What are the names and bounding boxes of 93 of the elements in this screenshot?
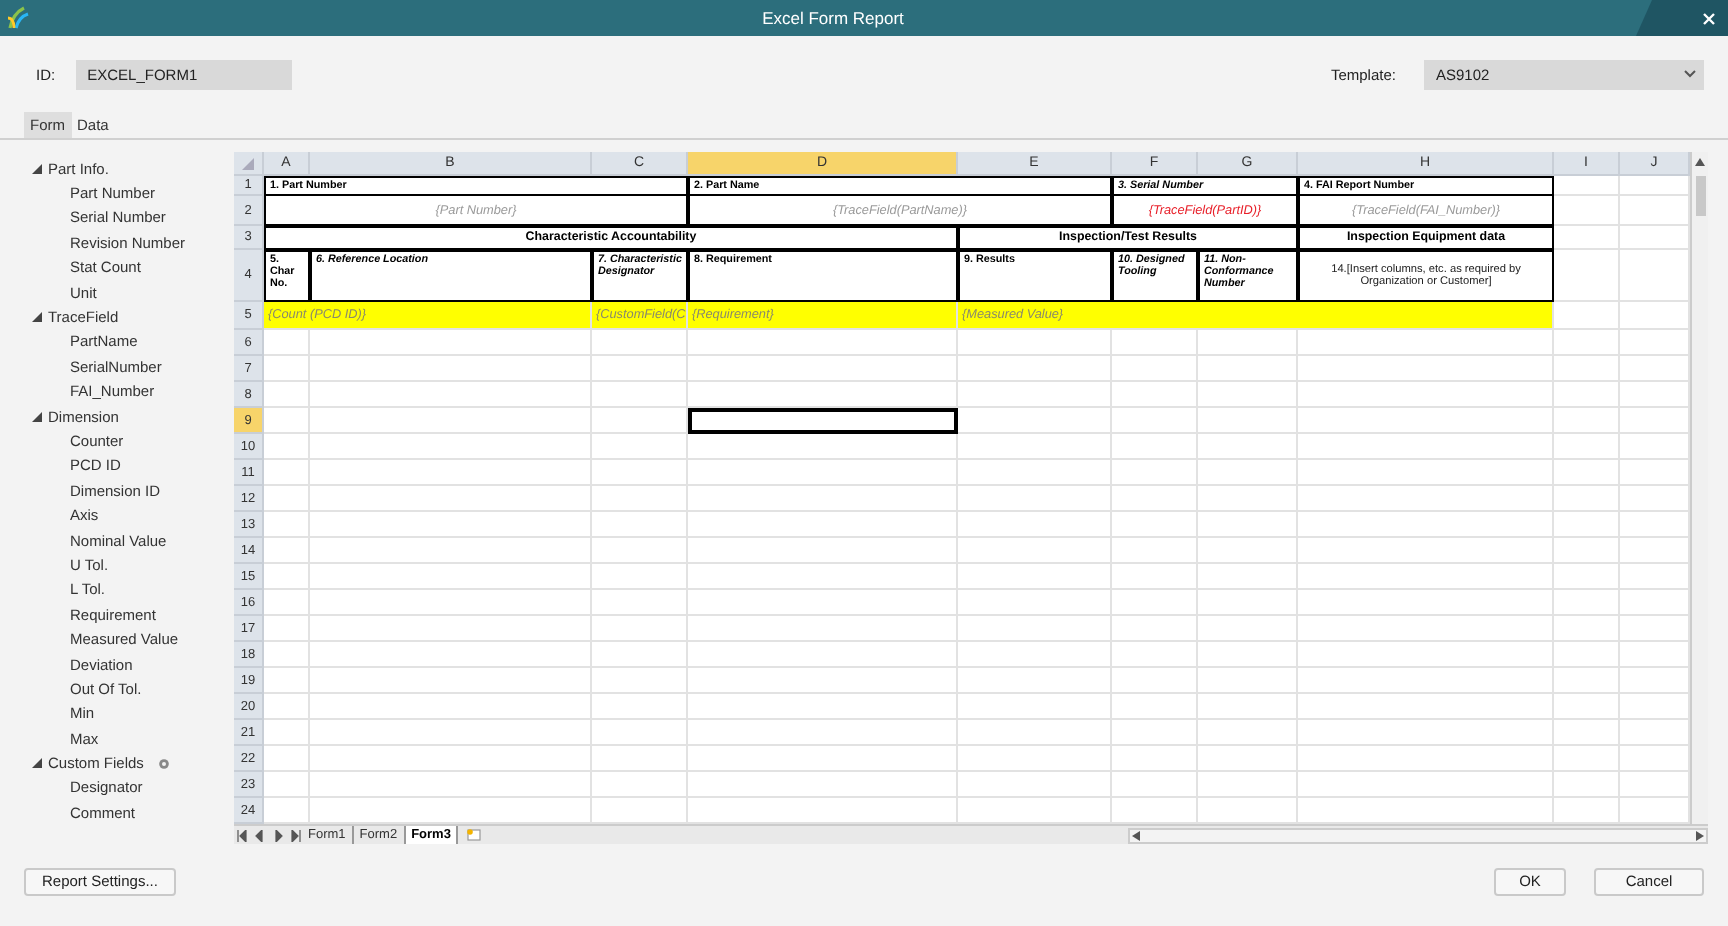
empty-cell	[1112, 330, 1198, 356]
empty-cell	[1554, 564, 1620, 590]
empty-cell	[1198, 668, 1298, 694]
empty-cell	[1112, 382, 1198, 408]
empty-cell	[1198, 694, 1298, 720]
empty-cell	[1112, 564, 1198, 590]
empty-cell	[1198, 538, 1298, 564]
empty-cell	[1554, 226, 1620, 250]
empty-cell	[1554, 408, 1620, 434]
empty-cell	[592, 616, 688, 642]
empty-cell	[1112, 460, 1198, 486]
empty-cell	[1554, 434, 1620, 460]
empty-cell	[1198, 408, 1298, 434]
empty-cell	[1554, 590, 1620, 616]
empty-cell	[1112, 720, 1198, 746]
empty-cell	[1554, 746, 1620, 772]
empty-cell	[1198, 564, 1298, 590]
empty-cell	[1554, 512, 1620, 538]
empty-cell	[1554, 720, 1620, 746]
empty-cell	[592, 772, 688, 798]
expanded-arrow-icon[interactable]	[32, 758, 42, 769]
expanded-arrow-icon[interactable]	[32, 312, 42, 323]
empty-cell	[592, 486, 688, 512]
empty-cell	[592, 356, 688, 382]
empty-cell	[1112, 590, 1198, 616]
empty-cell	[1554, 196, 1620, 226]
selected-cell[interactable]	[688, 408, 958, 434]
empty-cell	[592, 330, 688, 356]
empty-cell	[592, 512, 688, 538]
empty-cell	[1554, 382, 1620, 408]
empty-cell	[592, 590, 688, 616]
empty-cell	[1112, 434, 1198, 460]
empty-cell	[1198, 642, 1298, 668]
empty-cell	[1112, 772, 1198, 798]
empty-cell	[1554, 176, 1620, 196]
empty-cell	[1112, 408, 1198, 434]
empty-cell	[1198, 330, 1298, 356]
settings-icon[interactable]	[157, 757, 170, 770]
close-icon[interactable]	[1702, 11, 1716, 25]
empty-cell	[1112, 642, 1198, 668]
empty-cell	[592, 538, 688, 564]
empty-cell	[1198, 616, 1298, 642]
empty-cell	[592, 642, 688, 668]
horizontal-scrollbar[interactable]	[1128, 827, 1708, 843]
empty-cell	[592, 564, 688, 590]
scroll-thumb[interactable]	[1695, 176, 1705, 216]
up-arrow-icon[interactable]	[1694, 156, 1706, 168]
empty-cell	[1554, 356, 1620, 382]
corner-triangle-icon	[242, 157, 254, 169]
empty-cell	[1554, 330, 1620, 356]
empty-cell	[592, 668, 688, 694]
empty-cell	[1198, 356, 1298, 382]
empty-cell	[1554, 668, 1620, 694]
empty-cell	[1112, 356, 1198, 382]
empty-cell	[1112, 746, 1198, 772]
empty-cell	[1198, 460, 1298, 486]
empty-cell	[1554, 486, 1620, 512]
empty-cell	[1554, 460, 1620, 486]
chevron-down-icon	[1684, 70, 1696, 78]
empty-cell	[592, 694, 688, 720]
empty-cell	[1554, 250, 1620, 302]
empty-cell	[1554, 642, 1620, 668]
empty-cell	[1554, 616, 1620, 642]
empty-cell	[1198, 746, 1298, 772]
empty-cell	[592, 434, 688, 460]
empty-cell	[592, 460, 688, 486]
empty-cell	[1198, 486, 1298, 512]
empty-cell	[1198, 720, 1298, 746]
empty-cell	[1112, 538, 1198, 564]
expanded-arrow-icon[interactable]	[32, 163, 42, 174]
empty-cell	[592, 408, 688, 434]
empty-cell	[1112, 694, 1198, 720]
empty-cell	[1554, 694, 1620, 720]
empty-cell	[1554, 538, 1620, 564]
sheet-navigation-icon[interactable]	[234, 829, 302, 841]
empty-cell	[1554, 772, 1620, 798]
empty-cell	[1198, 772, 1298, 798]
empty-cell	[592, 720, 688, 746]
empty-cell	[1112, 668, 1198, 694]
empty-cell	[1198, 590, 1298, 616]
empty-cell	[592, 382, 688, 408]
empty-cell	[1112, 486, 1198, 512]
app-logo-icon	[6, 6, 30, 30]
left-arrow-icon[interactable]	[1130, 829, 1142, 841]
expanded-arrow-icon[interactable]	[32, 411, 42, 422]
empty-cell	[1198, 434, 1298, 460]
empty-cell	[1112, 512, 1198, 538]
right-arrow-icon[interactable]	[1694, 829, 1706, 841]
empty-cell	[1112, 616, 1198, 642]
empty-cell	[592, 746, 688, 772]
window-title: Excel Form Report	[760, 8, 906, 28]
empty-cell	[1198, 512, 1298, 538]
empty-cell	[1198, 382, 1298, 408]
